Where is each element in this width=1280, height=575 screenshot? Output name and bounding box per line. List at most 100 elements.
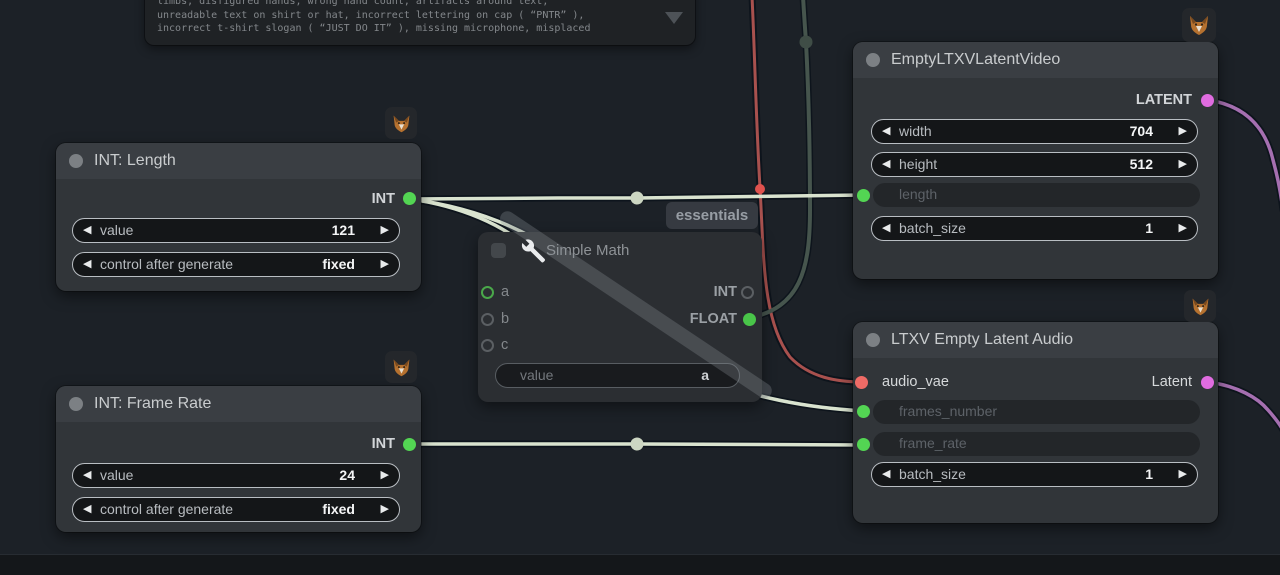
increment-arrow-icon[interactable]: ▶ [381, 219, 389, 241]
widget-label: height [899, 156, 937, 172]
frames-number-converted-input[interactable]: frames_number [873, 400, 1200, 424]
node-title: INT: Frame Rate [94, 395, 211, 413]
widget-label: width [899, 123, 932, 139]
collapse-dot-icon[interactable] [69, 397, 83, 411]
simple-math-b-input-socket[interactable] [481, 313, 494, 326]
output-label-latent: LATENT [1136, 92, 1192, 108]
int-length-output-socket[interactable] [403, 192, 416, 205]
fox-icon [1190, 296, 1211, 317]
next-arrow-icon[interactable]: ▶ [381, 498, 389, 520]
prev-arrow-icon[interactable]: ◀ [83, 253, 91, 275]
widget-label: value [520, 367, 553, 383]
batch-size-widget[interactable]: ◀ batch_size 1 ▶ [871, 462, 1198, 487]
prompt-line: limbs, disfigured hands, wrong hand coun… [157, 0, 662, 9]
input-label: frames_number [899, 403, 997, 419]
link-dot[interactable] [631, 438, 644, 451]
widget-value: fixed [322, 501, 355, 517]
widget-value: 1 [1145, 220, 1153, 236]
node-title: LTXV Empty Latent Audio [891, 331, 1073, 349]
decrement-arrow-icon[interactable]: ◀ [83, 219, 91, 241]
value-widget[interactable]: ◀ value 121 ▶ [72, 218, 400, 243]
input-label: length [899, 186, 937, 202]
collapse-dot-icon[interactable] [866, 53, 880, 67]
output-label-float: FLOAT [690, 311, 737, 327]
node-audio-header[interactable]: LTXV Empty Latent Audio [853, 322, 1218, 358]
increment-arrow-icon[interactable]: ▶ [1179, 120, 1187, 142]
collapse-dot-icon[interactable] [866, 333, 880, 347]
fox-icon [1187, 13, 1211, 37]
widget-label: value [100, 467, 133, 483]
control-after-generate-widget[interactable]: ◀ control after generate fixed ▶ [72, 497, 400, 522]
input-label: frame_rate [899, 435, 967, 451]
fox-badge[interactable] [385, 351, 417, 383]
link-dot[interactable] [800, 36, 813, 49]
value-widget[interactable]: ◀ value 24 ▶ [72, 463, 400, 488]
collapse-dot-icon[interactable] [69, 154, 83, 168]
increment-arrow-icon[interactable]: ▶ [1179, 217, 1187, 239]
decrement-arrow-icon[interactable]: ◀ [882, 217, 890, 239]
prev-arrow-icon[interactable]: ◀ [83, 498, 91, 520]
collapse-dot-icon[interactable] [491, 243, 506, 258]
input-label-a: a [501, 284, 509, 300]
link-dot[interactable] [755, 184, 765, 194]
frame-rate-input-socket[interactable] [857, 438, 870, 451]
fox-icon [391, 113, 412, 134]
widget-label: control after generate [100, 256, 233, 272]
decrement-arrow-icon[interactable]: ◀ [882, 120, 890, 142]
chevron-down-icon[interactable] [665, 12, 683, 24]
node-graph-canvas[interactable]: INT: Length INT ◀ value 121 ▶ ◀ control … [0, 0, 1280, 575]
widget-label: value [100, 222, 133, 238]
increment-arrow-icon[interactable]: ▶ [1179, 153, 1187, 175]
frame-rate-converted-input[interactable]: frame_rate [873, 432, 1200, 456]
wrench-icon [512, 231, 548, 267]
control-after-generate-widget[interactable]: ◀ control after generate fixed ▶ [72, 252, 400, 277]
widget-label: control after generate [100, 501, 233, 517]
prompt-line: incorrect t-shirt slogan ( “JUST DO IT” … [157, 22, 662, 36]
widget-value: 24 [339, 467, 355, 483]
simple-math-c-input-socket[interactable] [481, 339, 494, 352]
input-label-b: b [501, 311, 509, 327]
widget-value: 704 [1130, 123, 1153, 139]
increment-arrow-icon[interactable]: ▶ [381, 464, 389, 486]
height-widget[interactable]: ◀ height 512 ▶ [871, 152, 1198, 177]
widget-label: batch_size [899, 466, 966, 482]
link-dot[interactable] [631, 192, 644, 205]
prompt-line: unreadable text on shirt or hat, incorre… [157, 9, 662, 23]
widget-label: batch_size [899, 220, 966, 236]
output-label-int: INT [372, 436, 395, 452]
increment-arrow-icon[interactable]: ▶ [1179, 463, 1187, 485]
output-label-int: INT [714, 284, 737, 300]
length-input-socket[interactable] [857, 189, 870, 202]
node-int-length: INT: Length INT ◀ value 121 ▶ ◀ control … [56, 143, 421, 291]
widget-value: 121 [332, 222, 355, 238]
frames-number-input-socket[interactable] [857, 405, 870, 418]
int-frame-rate-output-socket[interactable] [403, 438, 416, 451]
decrement-arrow-icon[interactable]: ◀ [83, 464, 91, 486]
widget-value: 1 [1145, 466, 1153, 482]
widget-value: a [701, 367, 709, 383]
node-title: EmptyLTXVLatentVideo [891, 51, 1060, 69]
next-arrow-icon[interactable]: ▶ [381, 253, 389, 275]
node-ltxv-empty-latent-audio: LTXV Empty Latent Audio audio_vae Latent… [853, 322, 1218, 523]
value-widget[interactable]: value a [495, 363, 740, 388]
decrement-arrow-icon[interactable]: ◀ [882, 153, 890, 175]
decrement-arrow-icon[interactable]: ◀ [882, 463, 890, 485]
node-empty-ltxv-header[interactable]: EmptyLTXVLatentVideo [853, 42, 1218, 78]
simple-math-a-input-socket[interactable] [481, 286, 494, 299]
batch-size-widget[interactable]: ◀ batch_size 1 ▶ [871, 216, 1198, 241]
fox-badge[interactable] [1182, 8, 1216, 42]
node-int-frame-rate: INT: Frame Rate INT ◀ value 24 ▶ ◀ contr… [56, 386, 421, 532]
fox-badge[interactable] [1184, 290, 1216, 322]
latent-audio-output-socket[interactable] [1201, 376, 1214, 389]
node-int-length-header[interactable]: INT: Length [56, 143, 421, 179]
node-int-frame-rate-header[interactable]: INT: Frame Rate [56, 386, 421, 422]
fox-badge[interactable] [385, 107, 417, 139]
audio-vae-input-socket[interactable] [855, 376, 868, 389]
latent-video-output-socket[interactable] [1201, 94, 1214, 107]
prompt-text-node[interactable]: limbs, disfigured hands, wrong hand coun… [145, 0, 695, 45]
essentials-badge: essentials [666, 202, 758, 229]
width-widget[interactable]: ◀ width 704 ▶ [871, 119, 1198, 144]
simple-math-float-output-socket[interactable] [743, 313, 756, 326]
length-converted-input[interactable]: length [873, 183, 1200, 207]
simple-math-int-output-socket[interactable] [741, 286, 754, 299]
